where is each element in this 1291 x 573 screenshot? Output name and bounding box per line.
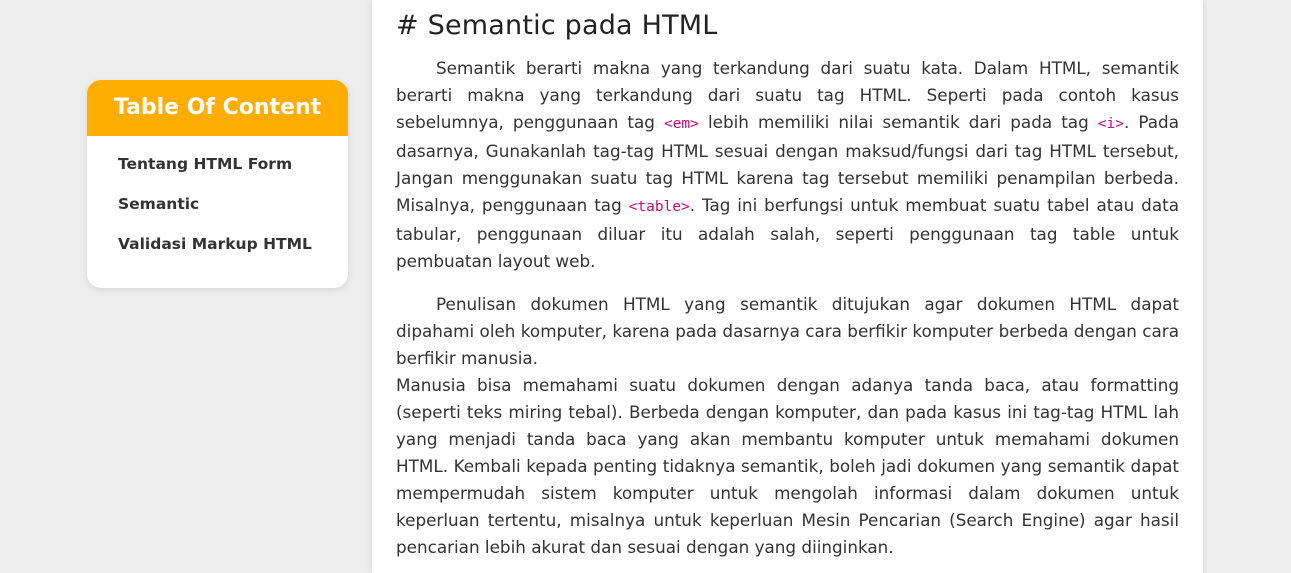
toc-title: Table Of Content (87, 80, 348, 136)
paragraph-human-vs-computer: Manusia bisa memahami suatu dokumen deng… (396, 375, 1179, 557)
code-i-tag: <i> (1097, 116, 1124, 132)
table-of-content-card: Table Of Content Tentang HTML Form Seman… (87, 80, 348, 288)
code-em-tag: <em> (663, 116, 699, 132)
article-heading: # Semantic pada HTML (396, 10, 718, 41)
code-table-tag: <table> (628, 199, 690, 215)
toc-item-tentang-html-form[interactable]: Tentang HTML Form (118, 150, 348, 190)
article-content: # Semantic pada HTML Semantik berarti ma… (372, 0, 1203, 573)
toc-list: Tentang HTML Form Semantic Validasi Mark… (87, 136, 348, 270)
toc-item-semantic[interactable]: Semantic (118, 190, 348, 230)
paragraph-purpose: Penulisan dokumen HTML yang semantik dit… (396, 294, 1179, 368)
paragraph-semantic-definition: Semantik berarti makna yang terkandung d… (396, 55, 1179, 275)
paragraph-text: lebih memiliki nilai semantik dari pada … (698, 112, 1098, 132)
toc-item-validasi-markup-html[interactable]: Validasi Markup HTML (118, 230, 348, 270)
